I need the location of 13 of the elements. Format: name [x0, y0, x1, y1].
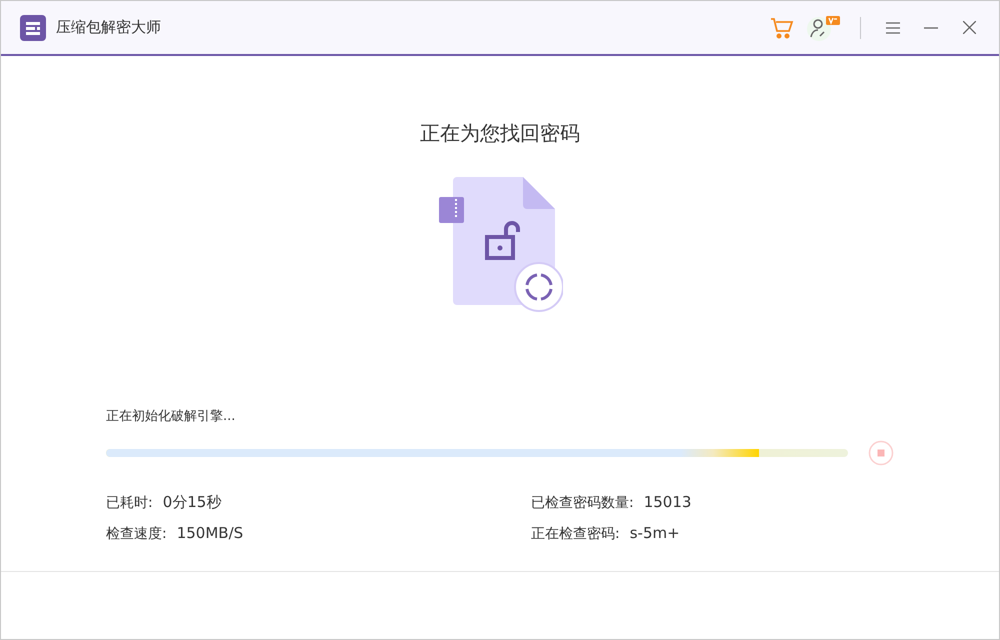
stat-label: 正在检查密码: — [531, 525, 620, 543]
stat-value: 150MB/S — [176, 524, 244, 542]
stat-value: s-5m+ — [630, 524, 680, 542]
user-account-icon[interactable] — [806, 14, 842, 42]
stat-value: 15013 — [644, 493, 692, 511]
page-heading: 正在为您找回密码 — [420, 120, 580, 147]
stat-value: 0分15秒 — [162, 493, 222, 512]
status-text: 正在初始化破解引擎... — [106, 408, 236, 425]
stat-label: 已检查密码数量: — [531, 494, 634, 512]
app-logo-icon — [20, 14, 46, 40]
window-title: 压缩包解密大师 — [56, 18, 161, 37]
stat-label: 已耗时: — [106, 494, 153, 512]
stat-label: 检查速度: — [106, 525, 167, 543]
